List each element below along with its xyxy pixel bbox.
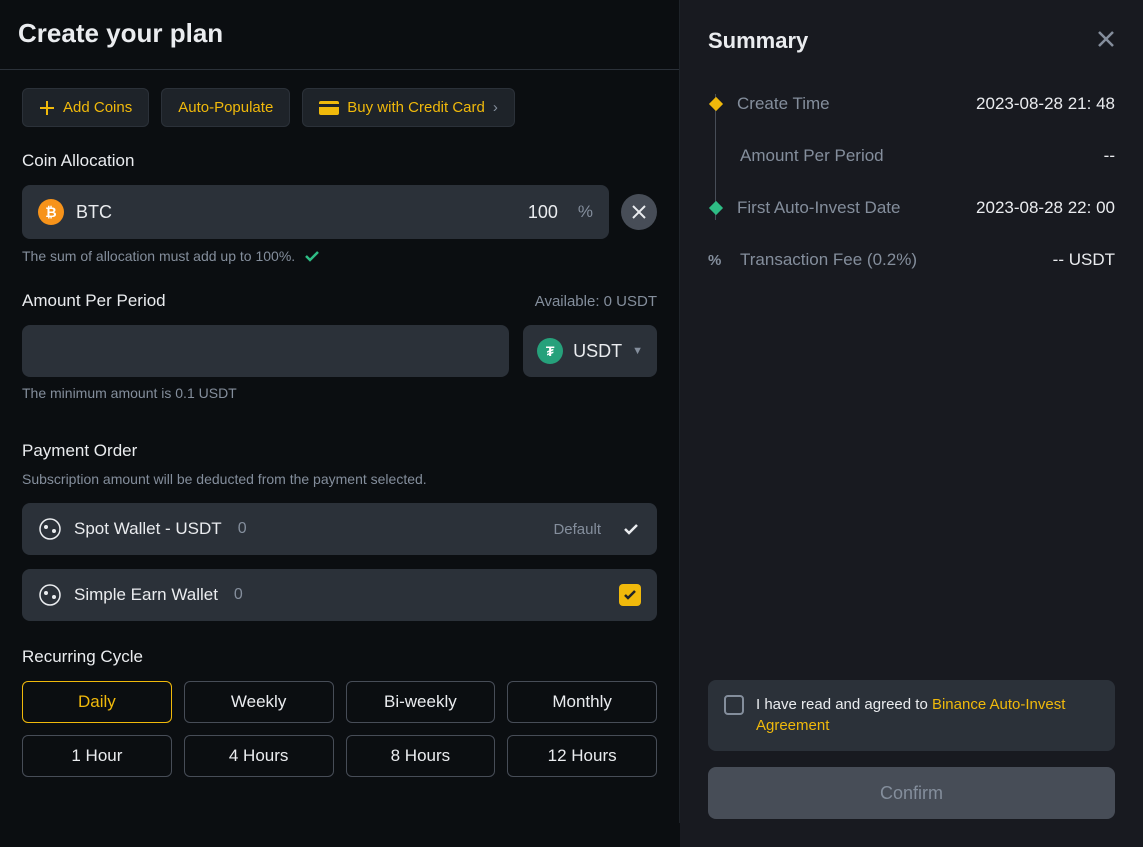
payment-helper: Subscription amount will be deducted fro… — [22, 471, 657, 487]
check-icon — [623, 588, 637, 602]
summary-panel: Summary Create Time 2023-08-28 21: 48 Am… — [680, 0, 1143, 847]
coin-symbol: BTC — [76, 202, 112, 223]
remove-allocation-button[interactable] — [621, 194, 657, 230]
auto-populate-button[interactable]: Auto-Populate — [161, 88, 290, 127]
add-coins-button[interactable]: Add Coins — [22, 88, 149, 127]
amount-per-period-label: Amount Per Period — [22, 291, 166, 311]
currency-symbol: USDT — [573, 341, 622, 362]
wallet-name: Spot Wallet - USDT — [74, 519, 222, 539]
caret-down-icon: ▼ — [632, 345, 643, 357]
summary-title: Summary — [708, 28, 808, 54]
close-icon — [632, 205, 646, 219]
allocation-value-input[interactable] — [112, 202, 558, 223]
payment-option-spot[interactable]: Spot Wallet - USDT 0 Default — [22, 503, 657, 555]
payment-order-label: Payment Order — [22, 441, 657, 461]
summary-amount-per-period: Amount Per Period -- — [708, 130, 1115, 182]
min-amount-note: The minimum amount is 0.1 USDT — [22, 385, 657, 401]
allocation-sum-note: The sum of allocation must add up to 100… — [22, 247, 657, 265]
wallet-name: Simple Earn Wallet — [74, 585, 218, 605]
cycle-option-monthly[interactable]: Monthly — [507, 681, 657, 723]
summary-create-time: Create Time 2023-08-28 21: 48 — [708, 78, 1115, 130]
page-header: Create your plan — [0, 0, 679, 70]
available-balance: Available: 0 USDT — [535, 293, 657, 310]
percent-label: % — [578, 202, 593, 222]
wallet-balance: 0 — [234, 586, 243, 604]
payment-option-simple-earn[interactable]: Simple Earn Wallet 0 — [22, 569, 657, 621]
btc-icon: ₿ — [38, 199, 64, 225]
cycle-option-4h[interactable]: 4 Hours — [184, 735, 334, 777]
buy-credit-card-button[interactable]: Buy with Credit Card › — [302, 88, 515, 127]
page-title: Create your plan — [18, 18, 661, 49]
cycle-option-daily[interactable]: Daily — [22, 681, 172, 723]
amount-input[interactable] — [22, 325, 509, 377]
agreement-box: I have read and agreed to Binance Auto-I… — [708, 680, 1115, 752]
cycle-option-biweekly[interactable]: Bi-weekly — [346, 681, 496, 723]
timeline-dot-icon — [709, 97, 723, 111]
summary-transaction-fee: % Transaction Fee (0.2%) -- USDT — [708, 234, 1115, 286]
coin-allocation-label: Coin Allocation — [22, 151, 657, 171]
wallet-icon — [38, 583, 62, 607]
cycle-option-12h[interactable]: 12 Hours — [507, 735, 657, 777]
default-tag: Default — [553, 521, 601, 538]
check-icon — [621, 519, 641, 539]
cycle-option-8h[interactable]: 8 Hours — [346, 735, 496, 777]
credit-card-icon — [319, 101, 339, 115]
close-icon — [1097, 30, 1115, 48]
wallet-icon — [38, 517, 62, 541]
usdt-icon: ₮ — [537, 338, 563, 364]
close-button[interactable] — [1097, 28, 1115, 54]
agreement-checkbox[interactable] — [724, 695, 744, 715]
recurring-cycle-label: Recurring Cycle — [22, 647, 657, 667]
cycle-option-1h[interactable]: 1 Hour — [22, 735, 172, 777]
checkbox-checked[interactable] — [619, 584, 641, 606]
currency-select[interactable]: ₮ USDT ▼ — [523, 325, 657, 377]
chevron-right-icon: › — [493, 99, 498, 116]
plan-form: Add Coins Auto-Populate Buy with Credit … — [0, 70, 679, 823]
percent-icon: % — [708, 252, 724, 269]
plus-icon — [39, 100, 55, 116]
timeline-dot-icon — [709, 201, 723, 215]
allocation-row-btc[interactable]: ₿ BTC % — [22, 185, 609, 239]
check-icon — [303, 247, 321, 265]
cycle-option-weekly[interactable]: Weekly — [184, 681, 334, 723]
summary-first-invest-date: First Auto-Invest Date 2023-08-28 22: 00 — [708, 182, 1115, 234]
confirm-button[interactable]: Confirm — [708, 767, 1115, 819]
wallet-balance: 0 — [238, 520, 247, 538]
